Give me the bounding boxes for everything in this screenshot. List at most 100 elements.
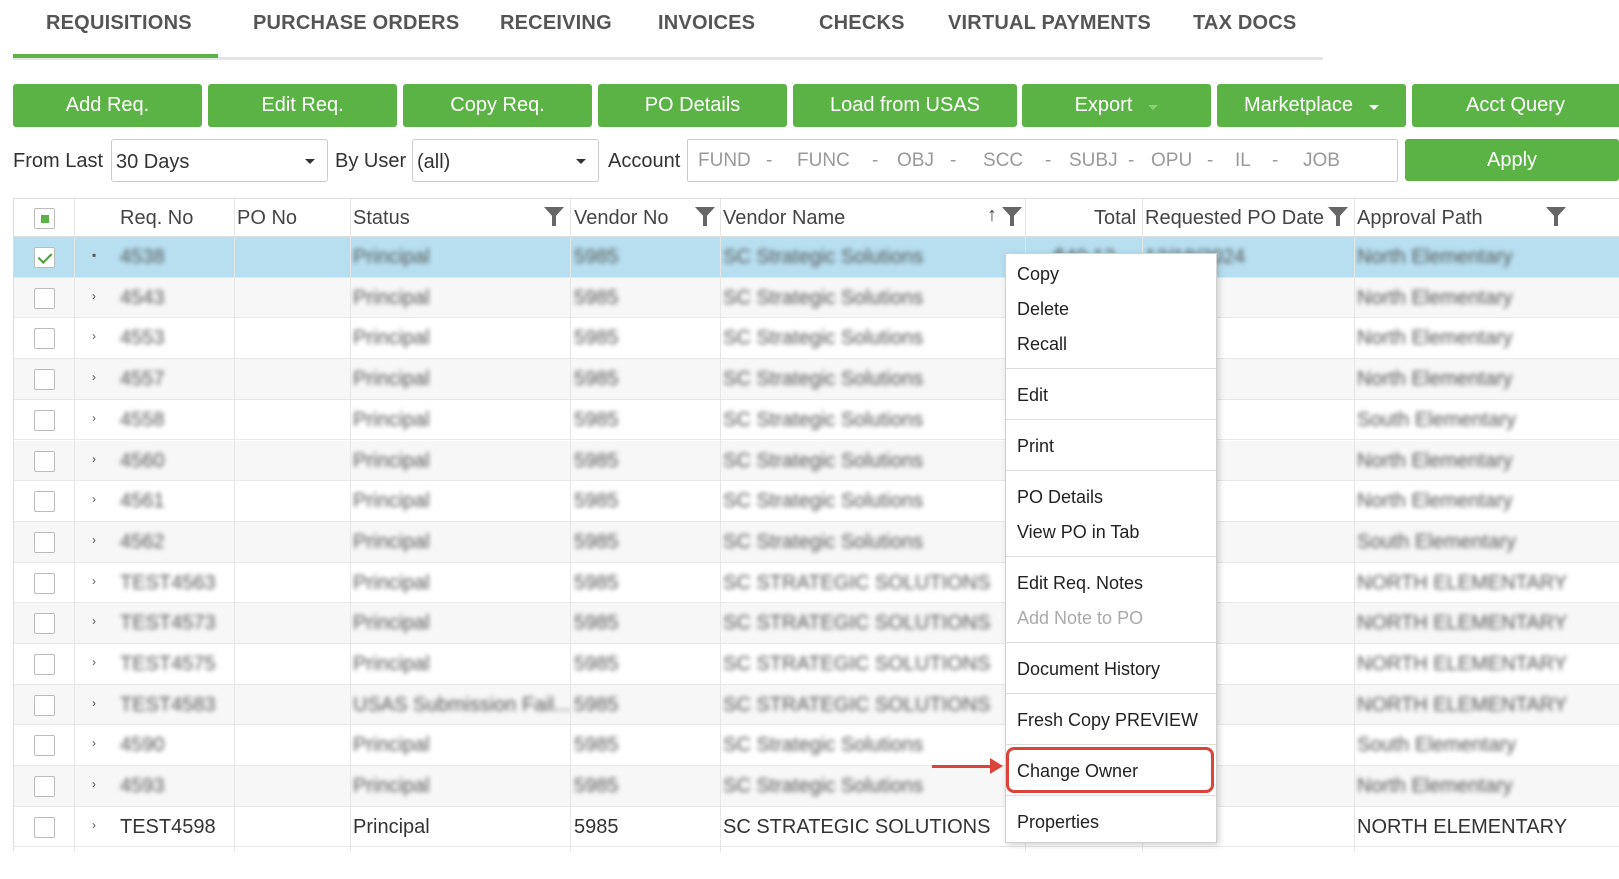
table-row[interactable]: › TEST4583 USAS Submission Fail... 5985 SC S… xyxy=(14,684,1619,726)
table-row[interactable]: › 4590 Principal 5985 SC Strategic Solutions… xyxy=(14,725,1619,767)
table-row[interactable]: › 4553 Principal 5985 SC Strategic Solutions… xyxy=(14,318,1619,360)
chevron-right-icon[interactable]: › xyxy=(92,777,96,791)
table-row[interactable]: › TEST4598 Principal 5985 SC STRATEGIC SOLUT… xyxy=(14,807,1619,848)
add-req-button[interactable]: Add Req. xyxy=(13,84,202,127)
menu-item-fresh-copy-preview[interactable]: Fresh Copy PREVIEW xyxy=(1017,710,1198,731)
select-all-checkbox[interactable] xyxy=(34,208,55,229)
menu-item-view-po-in-tab[interactable]: View PO in Tab xyxy=(1017,522,1139,543)
row-checkbox[interactable] xyxy=(34,816,55,838)
tab-invoices[interactable]: INVOICES xyxy=(658,12,755,35)
row-checkbox[interactable] xyxy=(34,776,55,798)
row-checkbox[interactable] xyxy=(34,735,55,757)
from-last-select[interactable]: 30 Days xyxy=(111,139,328,182)
row-checkbox[interactable] xyxy=(34,369,55,391)
filter-icon[interactable] xyxy=(1546,207,1566,226)
row-checkbox[interactable] xyxy=(34,328,55,350)
tab-virtual-payments[interactable]: VIRTUAL PAYMENTS xyxy=(948,12,1151,35)
table-row[interactable]: › 4543 Principal 5985 SC Strategic Solutions… xyxy=(14,277,1619,319)
menu-item-po-details[interactable]: PO Details xyxy=(1017,487,1103,508)
column-header-vendor-name[interactable]: Vendor Name xyxy=(723,207,845,230)
filter-icon[interactable] xyxy=(544,207,564,226)
account-scc[interactable]: SCC xyxy=(983,150,1023,172)
row-checkbox[interactable] xyxy=(34,613,55,635)
menu-item-edit[interactable]: Edit xyxy=(1017,385,1048,406)
column-header-po-no[interactable]: PO No xyxy=(237,207,297,230)
table-row[interactable]: › 4557 Principal 5985 SC Strategic Solutions… xyxy=(14,359,1619,400)
chevron-right-icon[interactable]: › xyxy=(92,574,96,588)
chevron-right-icon[interactable]: › xyxy=(92,452,96,466)
account-fund[interactable]: FUND xyxy=(698,150,751,172)
row-checkbox[interactable] xyxy=(34,694,55,716)
collapse-icon[interactable]: ▪ xyxy=(92,248,96,262)
export-button[interactable]: Export xyxy=(1022,84,1211,127)
row-checkbox[interactable] xyxy=(34,491,55,513)
table-row[interactable]: › TEST4573 Principal 5985 SC STRATEGIC SOLUT… xyxy=(14,603,1619,644)
marketplace-button[interactable]: Marketplace xyxy=(1217,84,1406,127)
menu-item-print[interactable]: Print xyxy=(1017,436,1054,457)
table-row[interactable]: ▪ 4538 Principal 5985 SC Strategic Solutions… xyxy=(14,237,1619,278)
status-cell: Principal xyxy=(353,653,430,675)
account-obj[interactable]: OBJ xyxy=(897,150,934,172)
menu-item-document-history[interactable]: Document History xyxy=(1017,659,1160,680)
by-user-select[interactable]: (all) xyxy=(412,139,599,182)
row-checkbox[interactable] xyxy=(34,247,55,268)
row-checkbox[interactable] xyxy=(34,287,55,309)
tab-receiving[interactable]: RECEIVING xyxy=(500,12,612,35)
menu-item-recall[interactable]: Recall xyxy=(1017,334,1067,355)
filter-icon[interactable] xyxy=(1002,207,1022,226)
tab-purchase-orders[interactable]: PURCHASE ORDERS xyxy=(253,12,459,35)
column-header-requested-po-date[interactable]: Requested PO Date xyxy=(1145,207,1324,230)
table-row[interactable]: › 4593 Principal 5985 SC Strategic Solutions… xyxy=(14,766,1619,807)
row-checkbox[interactable] xyxy=(34,531,55,553)
chevron-right-icon[interactable]: › xyxy=(92,533,96,547)
chevron-right-icon[interactable]: › xyxy=(92,696,96,710)
row-checkbox[interactable] xyxy=(34,572,55,594)
table-row[interactable]: › 4562 Principal 5985 SC Strategic Solutions… xyxy=(14,521,1619,563)
chevron-right-icon[interactable]: › xyxy=(92,289,96,303)
menu-item-delete[interactable]: Delete xyxy=(1017,299,1069,320)
apply-button[interactable]: Apply xyxy=(1405,139,1619,181)
column-header-req-no[interactable]: Req. No xyxy=(120,207,193,230)
column-header-total[interactable]: Total xyxy=(1094,207,1136,230)
menu-item-edit-req-notes[interactable]: Edit Req. Notes xyxy=(1017,573,1143,594)
chevron-right-icon[interactable]: › xyxy=(92,370,96,384)
account-func[interactable]: FUNC xyxy=(797,150,850,172)
table-row[interactable]: › 4558 Principal 5985 SC Strategic Solutions… xyxy=(14,400,1619,441)
table-row[interactable]: › TEST4563 Principal 5985 SC STRATEGIC SOLUT… xyxy=(14,563,1619,604)
chevron-right-icon[interactable]: › xyxy=(92,818,96,832)
tab-requisitions[interactable]: REQUISITIONS xyxy=(46,12,192,35)
acct-query-button[interactable]: Acct Query xyxy=(1412,84,1619,127)
row-checkbox[interactable] xyxy=(34,654,55,675)
account-subj[interactable]: SUBJ xyxy=(1069,150,1118,172)
edit-req-button[interactable]: Edit Req. xyxy=(208,84,397,127)
table-row[interactable]: › 4561 Principal 5985 SC Strategic Solutions… xyxy=(14,481,1619,522)
chevron-right-icon[interactable]: › xyxy=(92,492,96,506)
row-checkbox[interactable] xyxy=(34,450,55,472)
status-cell: USAS Submission Fail... xyxy=(353,693,571,716)
load-from-usas-button[interactable]: Load from USAS xyxy=(793,84,1017,127)
po-details-button[interactable]: PO Details xyxy=(598,84,787,127)
tab-tax-docs[interactable]: TAX DOCS xyxy=(1193,12,1296,35)
row-checkbox[interactable] xyxy=(34,409,55,431)
account-input[interactable]: FUND - FUNC - OBJ - SCC - SUBJ - OPU - I… xyxy=(687,139,1398,182)
chevron-right-icon[interactable]: › xyxy=(92,329,96,343)
copy-req-button[interactable]: Copy Req. xyxy=(403,84,592,127)
menu-item-copy[interactable]: Copy xyxy=(1017,264,1059,285)
table-row[interactable]: › TEST4575 Principal 5985 SC STRATEGIC SOLUT… xyxy=(14,644,1619,685)
account-job[interactable]: JOB xyxy=(1303,150,1340,172)
chevron-right-icon[interactable]: › xyxy=(92,411,96,425)
tab-checks[interactable]: CHECKS xyxy=(819,12,905,35)
filter-icon[interactable] xyxy=(1328,207,1348,226)
menu-item-properties[interactable]: Properties xyxy=(1017,812,1099,833)
column-header-approval-path[interactable]: Approval Path xyxy=(1357,207,1483,230)
chevron-right-icon[interactable]: › xyxy=(92,736,96,750)
chevron-right-icon[interactable]: › xyxy=(92,655,96,669)
chevron-right-icon[interactable]: › xyxy=(92,614,96,628)
sort-ascending-icon[interactable]: ↑ xyxy=(987,204,997,227)
account-opu[interactable]: OPU xyxy=(1151,150,1192,172)
table-row[interactable]: › 4560 Principal 5985 SC Strategic Solutions… xyxy=(14,440,1619,482)
filter-icon[interactable] xyxy=(695,207,715,226)
column-header-status[interactable]: Status xyxy=(353,207,410,230)
account-il[interactable]: IL xyxy=(1235,150,1251,172)
column-header-vendor-no[interactable]: Vendor No xyxy=(574,207,669,230)
